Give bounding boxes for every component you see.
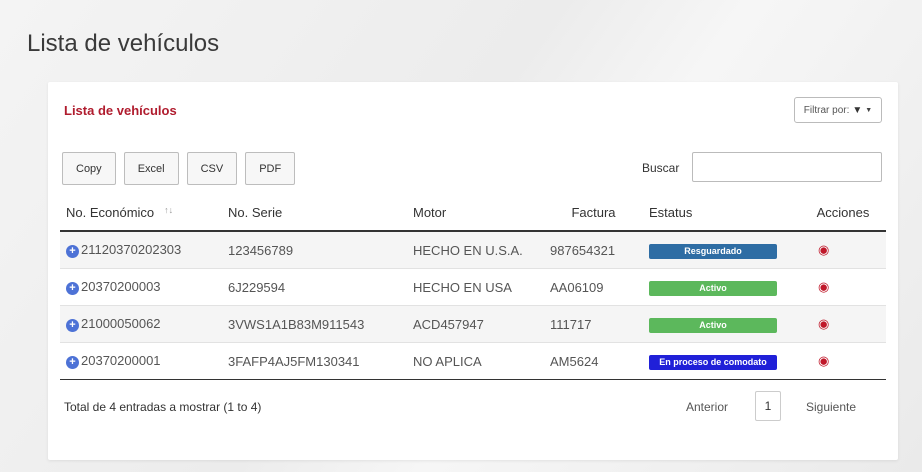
export-buttons: Copy Excel CSV PDF <box>62 152 296 185</box>
cell-factura: 987654321 <box>544 231 643 269</box>
csv-button[interactable]: CSV <box>186 152 238 185</box>
cell-acciones: ◉ <box>800 268 886 306</box>
pdf-button[interactable]: PDF <box>245 152 296 185</box>
cell-serie: 3FAFP4AJ5FM130341 <box>222 342 407 380</box>
cell-economico: +21000050062 <box>60 305 222 343</box>
cell-economico: +20370200001 <box>60 342 222 380</box>
cell-estatus: Resguardado <box>643 231 800 269</box>
cell-acciones: ◉ <box>800 342 886 380</box>
excel-button[interactable]: Excel <box>123 152 179 185</box>
view-eye-icon[interactable]: ◉ <box>806 353 829 368</box>
vehicles-table: No. Económico ↑↓ No. Serie Motor Factura … <box>60 194 886 380</box>
table-header-row: No. Económico ↑↓ No. Serie Motor Factura … <box>60 194 886 232</box>
cell-economico: +20370200003 <box>60 268 222 306</box>
column-header-factura[interactable]: Factura <box>544 194 643 232</box>
pagination-page-1[interactable]: 1 <box>755 391 781 421</box>
cell-motor: HECHO EN USA <box>407 268 544 306</box>
expand-plus-icon[interactable]: + <box>66 355 79 369</box>
cell-motor: HECHO EN U.S.A. <box>407 231 544 269</box>
cell-motor: ACD457947 <box>407 305 544 343</box>
column-header-acciones: Acciones <box>800 194 886 232</box>
column-header-serie[interactable]: No. Serie <box>222 194 407 232</box>
filter-dropdown-button[interactable]: Filtrar por: ▼ ▼ <box>794 97 882 123</box>
cell-factura: AA06109 <box>544 268 643 306</box>
cell-estatus: Activo <box>643 305 800 343</box>
card-title: Lista de vehículos <box>64 103 177 118</box>
table-row: +20370200003 6J229594 HECHO EN USA AA061… <box>60 268 886 306</box>
caret-down-icon: ▼ <box>865 106 873 114</box>
expand-plus-icon[interactable]: + <box>66 281 79 295</box>
column-header-economico[interactable]: No. Económico ↑↓ <box>60 194 222 232</box>
column-header-motor[interactable]: Motor <box>407 194 544 232</box>
status-badge: Resguardado <box>649 243 777 259</box>
filter-label: Filtrar por: <box>803 104 850 116</box>
pagination-prev-button[interactable]: Anterior <box>686 400 728 414</box>
status-badge: En proceso de comodato <box>649 354 777 370</box>
view-eye-icon[interactable]: ◉ <box>806 242 829 257</box>
cell-estatus: Activo <box>643 268 800 306</box>
table-row: +20370200001 3FAFP4AJ5FM130341 NO APLICA… <box>60 342 886 380</box>
table-row: +21120370202303 123456789 HECHO EN U.S.A… <box>60 231 886 269</box>
copy-button[interactable]: Copy <box>62 152 116 185</box>
view-eye-icon[interactable]: ◉ <box>806 316 829 331</box>
cell-economico: +21120370202303 <box>60 231 222 269</box>
cell-factura: 111717 <box>544 305 643 343</box>
funnel-icon: ▼ <box>852 104 863 116</box>
column-header-estatus[interactable]: Estatus <box>643 194 800 232</box>
cell-motor: NO APLICA <box>407 342 544 380</box>
cell-serie: 3VWS1A1B83M911543 <box>222 305 407 343</box>
search-input[interactable] <box>692 152 882 182</box>
cell-estatus: En proceso de comodato <box>643 342 800 380</box>
cell-serie: 123456789 <box>222 231 407 269</box>
expand-plus-icon[interactable]: + <box>66 244 79 258</box>
table-row: +21000050062 3VWS1A1B83M911543 ACD457947… <box>60 305 886 343</box>
view-eye-icon[interactable]: ◉ <box>806 279 829 294</box>
cell-acciones: ◉ <box>800 305 886 343</box>
expand-plus-icon[interactable]: + <box>66 318 79 332</box>
search-label: Buscar <box>642 161 680 175</box>
pagination-next-button[interactable]: Siguiente <box>806 400 856 414</box>
vehicles-card: Lista de vehículos Filtrar por: ▼ ▼ Copy… <box>48 82 898 460</box>
table-summary: Total de 4 entradas a mostrar (1 to 4) <box>64 400 262 414</box>
cell-acciones: ◉ <box>800 231 886 269</box>
sort-icon[interactable]: ↑↓ <box>164 205 173 215</box>
status-badge: Activo <box>649 317 777 333</box>
cell-factura: AM5624 <box>544 342 643 380</box>
cell-serie: 6J229594 <box>222 268 407 306</box>
page-title: Lista de vehículos <box>27 30 220 57</box>
status-badge: Activo <box>649 280 777 296</box>
